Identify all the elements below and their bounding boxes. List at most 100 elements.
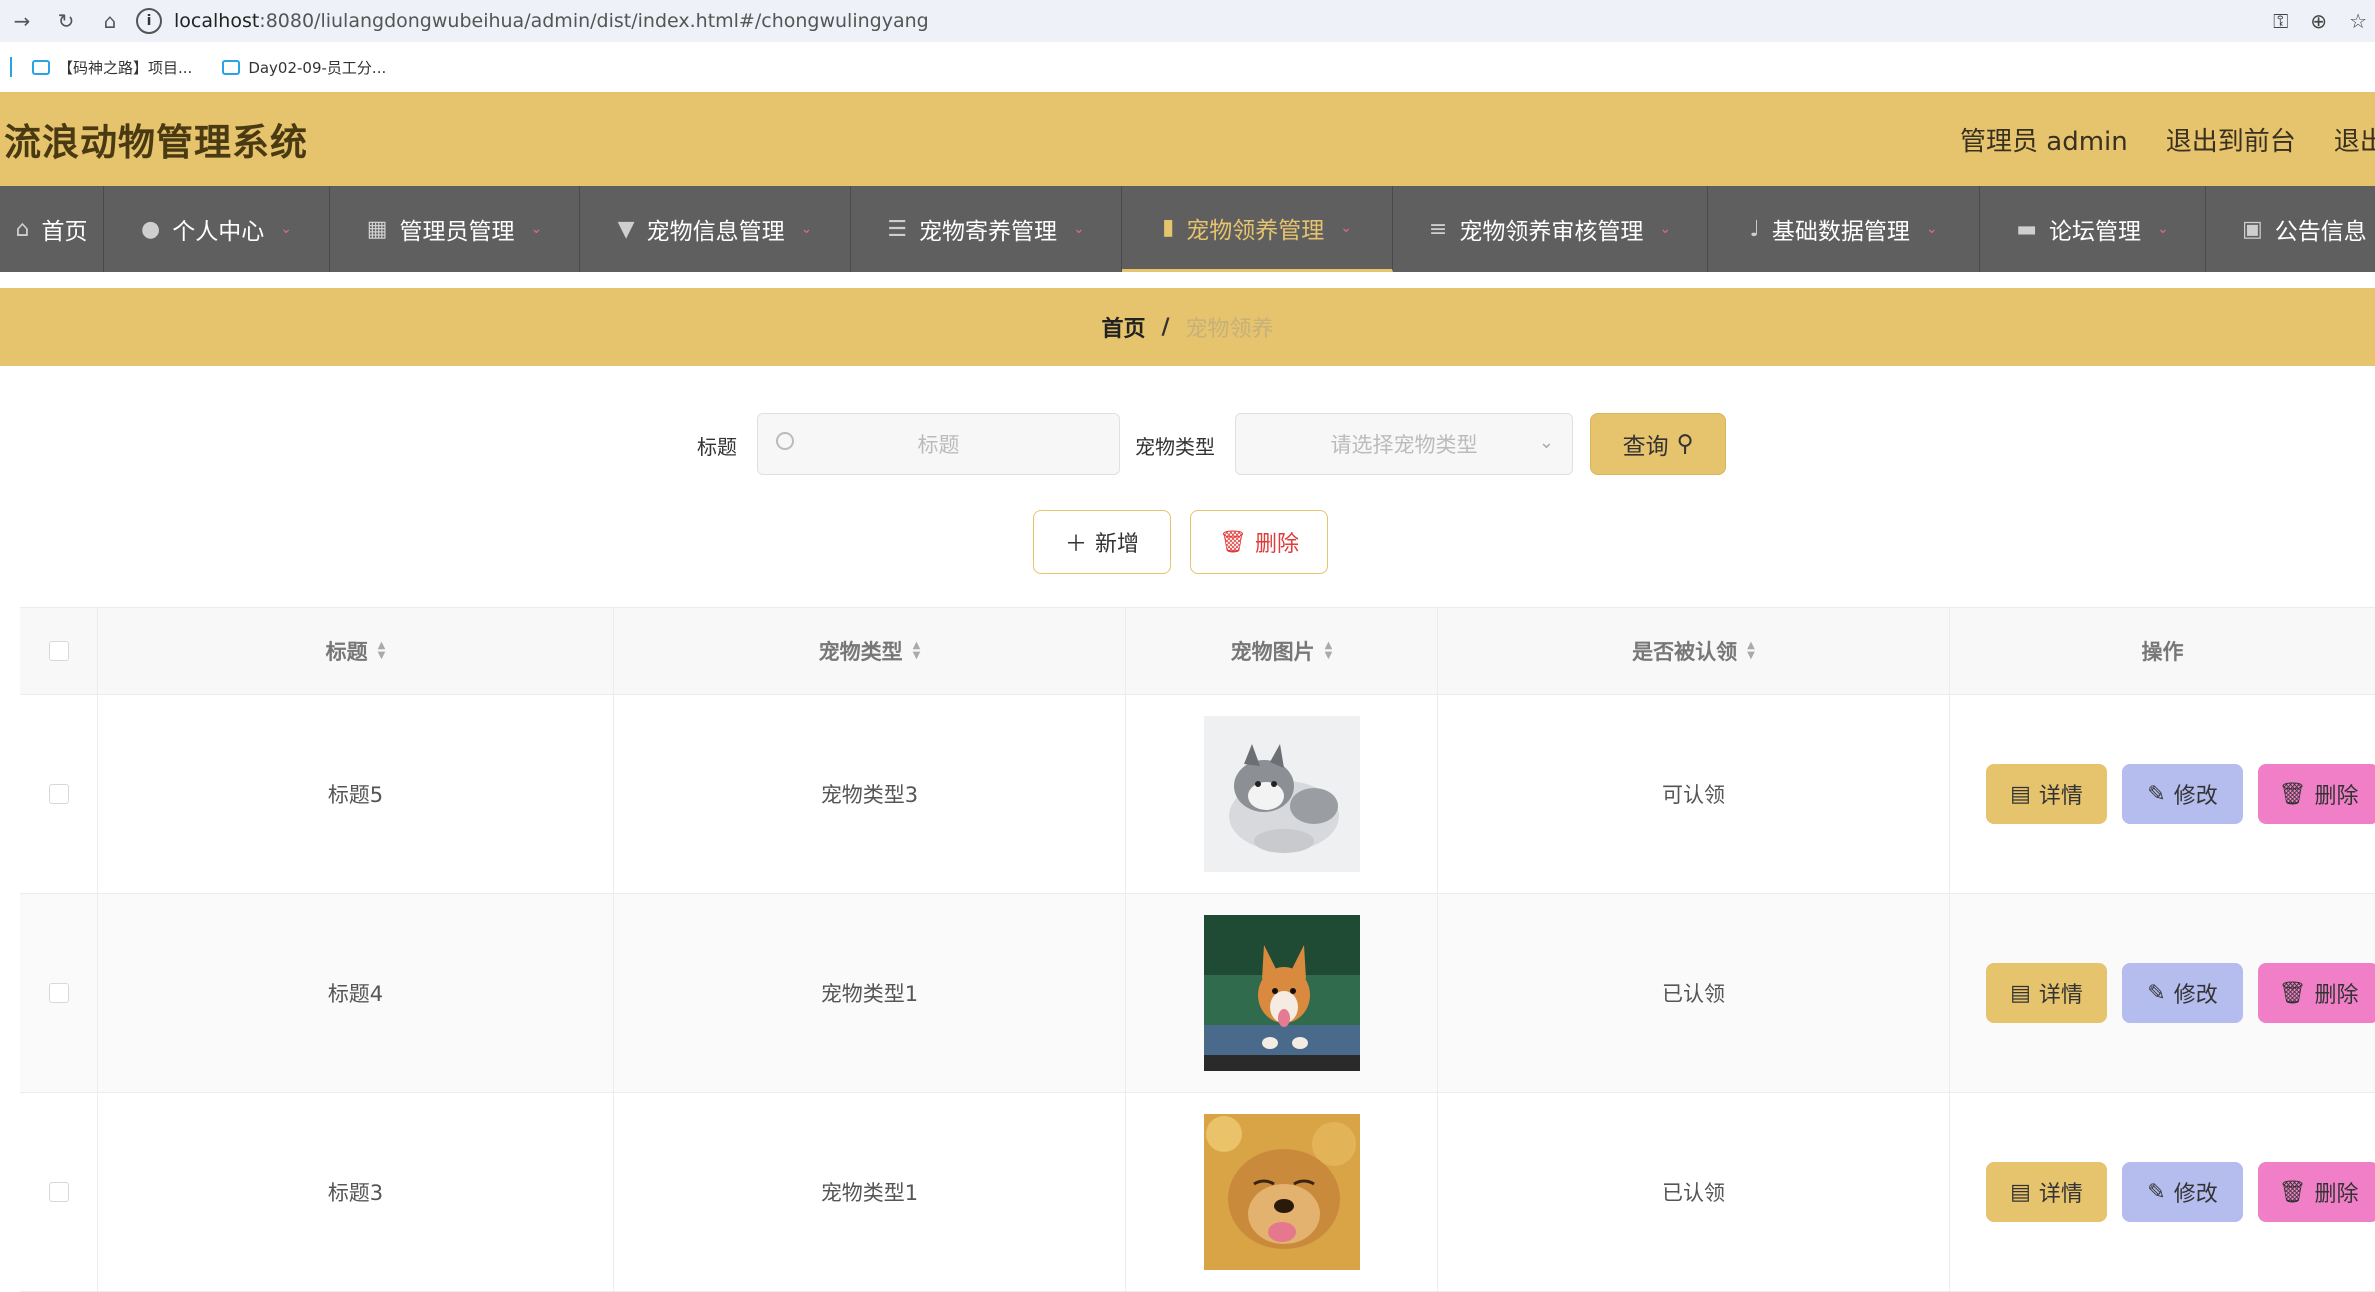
title-cell: 标题3: [98, 1093, 614, 1291]
action-bar: ＋ 新增 🗑 删除: [0, 510, 2375, 574]
edit-button[interactable]: ✎ 修改: [2122, 764, 2243, 824]
star-icon[interactable]: ☆: [2349, 9, 2367, 33]
back-icon[interactable]: →: [0, 0, 44, 42]
sort-icon[interactable]: ▲ ▼: [1747, 641, 1755, 661]
chevron-down-icon: ⌄: [2157, 221, 2169, 237]
breadcrumb-home[interactable]: 首页: [1101, 311, 1145, 343]
nav-item-adoption-review[interactable]: ≡ 宠物领养审核管理 ⌄: [1393, 186, 1708, 272]
detail-button[interactable]: ▤ 详情: [1986, 963, 2107, 1023]
bookmark-item[interactable]: 【码神之路】项目...: [32, 57, 192, 78]
query-button[interactable]: 查询 ⚲: [1590, 413, 1726, 475]
header-title[interactable]: 标题 ▲ ▼: [98, 608, 614, 694]
url-text[interactable]: localhost:8080/liulangdongwubeihua/admin…: [174, 10, 929, 32]
mic-icon: ♩: [1749, 216, 1760, 242]
bookmark-item[interactable]: Day02-09-员工分...: [222, 57, 386, 78]
edit-button[interactable]: ✎ 修改: [2122, 1162, 2243, 1222]
nav-item-pet-adoption[interactable]: ▮ 宠物领养管理 ⌄: [1122, 186, 1393, 272]
pet-type-select[interactable]: 请选择宠物类型 ⌄: [1235, 413, 1573, 475]
edit-button[interactable]: ✎ 修改: [2122, 963, 2243, 1023]
bilibili-icon: [222, 59, 241, 75]
nav-item-forum[interactable]: ▬ 论坛管理 ⌄: [1980, 186, 2206, 272]
header-ops-label: 操作: [2141, 640, 2184, 664]
trash-icon: 🗑: [2278, 980, 2307, 1006]
title-label: 标题: [697, 435, 737, 459]
document-icon: ▤: [2010, 1179, 2031, 1205]
chevron-down-icon: ⌄: [1340, 219, 1352, 236]
admin-label: 管理员 admin: [1960, 126, 2128, 157]
sliders-icon: ☰: [887, 216, 907, 242]
sort-icon[interactable]: ▲ ▼: [913, 641, 921, 661]
row-checkbox[interactable]: [48, 784, 69, 804]
delete-button[interactable]: 🗑 删除: [2258, 1162, 2375, 1222]
nav-item-pet-boarding[interactable]: ☰ 宠物寄养管理 ⌄: [851, 186, 1122, 272]
row-checkbox[interactable]: [48, 1182, 69, 1202]
corgi-photo[interactable]: [1203, 915, 1360, 1071]
nav-label: 宠物领养审核管理: [1459, 219, 1644, 245]
pen-icon: ✎: [2147, 980, 2166, 1006]
chevron-down-icon: ⌄: [530, 221, 543, 237]
row-check-cell: [20, 894, 98, 1092]
breadcrumb-current: 宠物领养: [1185, 317, 1274, 342]
golden-retriever-photo[interactable]: [1203, 1114, 1360, 1270]
logout-link[interactable]: 退出登录: [2334, 121, 2375, 158]
zoom-icon[interactable]: ⊕: [2310, 9, 2327, 33]
detail-button[interactable]: ▤ 详情: [1986, 764, 2107, 824]
select-all-cell: [20, 608, 98, 694]
detail-label: 详情: [2038, 1182, 2083, 1207]
sort-icon[interactable]: ▲ ▼: [378, 641, 386, 661]
adoption-table: 标题 ▲ ▼ 宠物类型 ▲ ▼ 宠物图片 ▲ ▼ 是否被认领 ▲ ▼ 操作 标题5 宠物…: [20, 607, 2375, 1292]
pet-type-label: 宠物类型: [1135, 435, 1215, 459]
edit-label: 修改: [2173, 784, 2218, 809]
nav-item-pet-info[interactable]: ▼ 宠物信息管理 ⌄: [580, 186, 851, 272]
delete-button[interactable]: 🗑 删除: [2258, 764, 2375, 824]
reload-icon[interactable]: ↻: [44, 0, 88, 42]
type-cell: 宠物类型3: [614, 695, 1126, 893]
nav-label: 基础数据管理: [1771, 219, 1910, 245]
header-links: 管理员 admin 退出到前台 退出登录: [1960, 92, 2375, 186]
header-type-label: 宠物类型: [818, 640, 903, 664]
browser-toolbar: → ↻ ⌂ i localhost:8080/liulangdongwubeih…: [0, 0, 2375, 42]
header-recognized[interactable]: 是否被认领 ▲ ▼: [1438, 608, 1950, 694]
nav-label: 首页: [41, 219, 88, 245]
image-cell: [1126, 1093, 1438, 1291]
title-search-input[interactable]: 标题: [757, 413, 1120, 475]
nav-label: 公告信息: [2274, 219, 2367, 245]
row-checkbox[interactable]: [48, 983, 69, 1003]
brush-icon: ▼: [617, 216, 635, 242]
sort-icon[interactable]: ▲ ▼: [1325, 641, 1333, 661]
address-bar[interactable]: i localhost:8080/liulangdongwubeihua/adm…: [136, 0, 929, 42]
pet-type-placeholder: 请选择宠物类型: [1330, 433, 1478, 457]
ops-cell: ▤ 详情 ✎ 修改 🗑 删除: [1950, 695, 2375, 893]
header-title-label: 标题: [325, 640, 368, 664]
nav-item-personal[interactable]: ● 个人中心 ⌄: [104, 186, 330, 272]
header-recognized-label: 是否被认领: [1632, 640, 1738, 664]
batch-delete-button[interactable]: 🗑 删除: [1190, 510, 1328, 574]
document-icon: ▤: [2010, 980, 2031, 1006]
site-info-icon[interactable]: i: [136, 8, 162, 34]
delete-button[interactable]: 🗑 删除: [2258, 963, 2375, 1023]
detail-button[interactable]: ▤ 详情: [1986, 1162, 2107, 1222]
to-front-link[interactable]: 退出到前台: [2166, 121, 2296, 158]
home-page-icon[interactable]: ⌂: [88, 0, 132, 42]
key-icon[interactable]: ⚿: [2273, 9, 2288, 33]
nav-item-base-data[interactable]: ♩ 基础数据管理 ⌄: [1708, 186, 1980, 272]
nav-item-home[interactable]: ⌂ 首页: [0, 186, 104, 272]
plus-icon: ＋: [1064, 532, 1087, 557]
bilibili-icon: [32, 59, 50, 75]
header-image[interactable]: 宠物图片 ▲ ▼: [1126, 608, 1438, 694]
header-type[interactable]: 宠物类型 ▲ ▼: [614, 608, 1126, 694]
chevron-down-icon: ⌄: [1538, 432, 1554, 453]
row-check-cell: [20, 695, 98, 893]
nav-item-notice[interactable]: ▣ 公告信息: [2206, 186, 2375, 272]
add-button[interactable]: ＋ 新增: [1033, 510, 1171, 574]
nav-item-admins[interactable]: ▦ 管理员管理 ⌄: [330, 186, 580, 272]
url-host: localhost: [174, 10, 260, 32]
recognized-cell: 已认领: [1438, 1093, 1950, 1291]
select-all-checkbox[interactable]: [48, 641, 69, 661]
bookmarks-bar: 【码神之路】项目... Day02-09-员工分...: [0, 42, 2375, 92]
husky-puppy-photo[interactable]: [1203, 716, 1360, 872]
bookmark-label: Day02-09-员工分...: [248, 58, 387, 77]
search-icon: ⚲: [1676, 431, 1694, 457]
browser-actions: ⚿ ⊕ ☆: [2273, 0, 2375, 42]
title-cell: 标题4: [98, 894, 614, 1092]
